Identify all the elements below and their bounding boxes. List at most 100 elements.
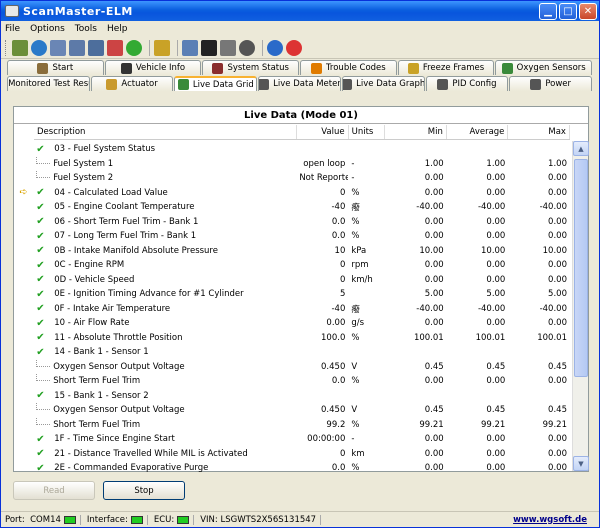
checkmark-icon[interactable]: ✔ bbox=[36, 260, 50, 271]
cell-value: 99.2 bbox=[326, 419, 346, 430]
table-row[interactable]: ➪ ✔ 04 - Calculated Load Value 0% 0.00 0.00 0.… bbox=[14, 186, 570, 201]
checkmark-icon[interactable]: ✔ bbox=[36, 332, 50, 343]
checkmark-icon[interactable]: ✔ bbox=[36, 303, 50, 314]
website-link[interactable]: www.wgsoft.de bbox=[513, 515, 587, 525]
tab-live-data-meter[interactable]: Live Data Meter bbox=[258, 76, 341, 91]
exit-icon[interactable] bbox=[286, 39, 302, 56]
scroll-down-button[interactable]: ▼ bbox=[573, 456, 589, 471]
checkmark-icon[interactable]: ✔ bbox=[36, 274, 50, 285]
toolbar-separator bbox=[149, 39, 150, 56]
table-row[interactable]: ✔ 15 - Bank 1 - Sensor 2 bbox=[14, 389, 570, 404]
comment-icon[interactable] bbox=[182, 39, 198, 56]
menu-tools[interactable]: Tools bbox=[75, 24, 97, 34]
table-row[interactable]: ✔ 03 - Fuel System Status bbox=[14, 142, 570, 157]
table-row[interactable]: ✔ 05 - Engine Coolant Temperature -40 癈 -40.… bbox=[14, 200, 570, 215]
tab-pid-config[interactable]: PID Config bbox=[425, 76, 509, 91]
table-row[interactable]: ✔ 0B - Intake Manifold Absolute Pressure 1… bbox=[14, 244, 570, 259]
table-icon[interactable] bbox=[88, 39, 104, 56]
tab-start[interactable]: Start bbox=[7, 60, 104, 75]
tab-live-data-grid[interactable]: Live Data Grid bbox=[174, 76, 258, 91]
minimize-button[interactable]: ▁ bbox=[539, 2, 557, 20]
row-marker bbox=[14, 200, 33, 214]
table-row[interactable]: ✔ 07 - Long Term Fuel Trim - Bank 1 0.0% 0.… bbox=[14, 229, 570, 244]
tab-freeze-frames[interactable]: Freeze Frames bbox=[397, 60, 495, 75]
checkmark-icon[interactable]: ✔ bbox=[36, 448, 50, 459]
menu-file[interactable]: File bbox=[5, 24, 20, 34]
table-row[interactable]: Fuel System 1 open loop - 1.00 1.00 1.00 bbox=[14, 156, 570, 172]
document-icon[interactable] bbox=[50, 39, 66, 56]
grid-icon[interactable] bbox=[69, 39, 85, 56]
row-description: Short Term Fuel Trim bbox=[53, 376, 141, 387]
checkmark-icon[interactable]: ✔ bbox=[36, 144, 50, 155]
table-row[interactable]: Short Term Fuel Trim 0.0% 0.00 0.00 0.00 bbox=[14, 374, 570, 389]
checkmark-icon[interactable]: ✔ bbox=[36, 187, 50, 198]
col-min[interactable]: Min bbox=[385, 125, 447, 139]
checkmark-icon[interactable]: ✔ bbox=[36, 231, 50, 242]
table-row[interactable]: ✔ 11 - Absolute Throttle Position 100.0% 10… bbox=[14, 331, 570, 346]
table-row[interactable]: ✔ 21 - Distance Travelled While MIL is Ac… bbox=[14, 447, 570, 462]
about-icon[interactable] bbox=[267, 39, 283, 56]
tab-system-status[interactable]: System Status bbox=[202, 60, 300, 75]
checkmark-icon[interactable]: ✔ bbox=[36, 318, 50, 329]
cell-value: 0.450 bbox=[321, 361, 346, 372]
read-button[interactable]: Read bbox=[13, 481, 95, 500]
table-row[interactable]: Short Term Fuel Trim 99.2% 99.21 99.21 99.21 bbox=[14, 417, 570, 433]
table-row[interactable]: ✔ 0F - Intake Air Temperature -40 癈 -40.00 -4… bbox=[14, 302, 570, 317]
cell-max: 0.00 bbox=[548, 376, 567, 387]
printer-icon[interactable] bbox=[220, 39, 236, 56]
col-description[interactable]: Description bbox=[34, 125, 297, 139]
tab-label: Start bbox=[52, 63, 74, 73]
menu-options[interactable]: Options bbox=[30, 24, 65, 34]
checkmark-icon[interactable]: ✔ bbox=[36, 434, 50, 445]
table-row[interactable]: ✔ 0C - Engine RPM 0 rpm 0.00 0.00 0.00 bbox=[14, 258, 570, 273]
menu-help[interactable]: Help bbox=[107, 24, 128, 34]
stop-button[interactable]: Stop bbox=[103, 481, 185, 500]
clipboard-icon[interactable] bbox=[154, 39, 170, 56]
col-average[interactable]: Average bbox=[447, 125, 509, 139]
chart-icon[interactable] bbox=[107, 39, 123, 56]
tab-trouble-codes[interactable]: Trouble Codes bbox=[300, 60, 397, 75]
col-max[interactable]: Max bbox=[508, 125, 570, 139]
row-marker bbox=[14, 273, 33, 287]
table-row[interactable]: ✔ 06 - Short Term Fuel Trim - Bank 1 0.0% 0… bbox=[14, 215, 570, 230]
checkmark-icon[interactable]: ✔ bbox=[36, 289, 50, 300]
table-row[interactable]: Oxygen Sensor Output Voltage 0.450 V 0.45 0.… bbox=[14, 403, 570, 418]
table-row[interactable]: ✔ 10 - Air Flow Rate 0.00 g/s 0.00 0.00 0.00 bbox=[14, 316, 570, 331]
connect-icon[interactable] bbox=[12, 39, 28, 56]
col-value[interactable]: Value bbox=[297, 125, 349, 139]
vertical-scrollbar[interactable]: ▲ ▼ bbox=[572, 141, 589, 471]
scroll-thumb[interactable] bbox=[574, 159, 588, 377]
tab-actuator[interactable]: Actuator bbox=[90, 76, 174, 91]
tab-monitored-test-results[interactable]: Monitored Test Results bbox=[7, 76, 90, 91]
close-button[interactable]: ✕ bbox=[579, 2, 597, 20]
col-units[interactable]: Units bbox=[349, 125, 386, 139]
tab-power[interactable]: Power bbox=[509, 76, 593, 91]
table-row[interactable]: ✔ 0E - Ignition Timing Advance for #1 Cyl… bbox=[14, 287, 570, 302]
checkmark-icon[interactable]: ✔ bbox=[36, 202, 50, 213]
globe-icon[interactable] bbox=[31, 39, 47, 56]
row-marker bbox=[14, 389, 33, 403]
maximize-button[interactable]: □ bbox=[559, 2, 577, 20]
dollar-icon[interactable] bbox=[126, 39, 142, 56]
table-row[interactable]: ✔ 2E - Commanded Evaporative Purge 0.0% 0.0… bbox=[14, 461, 570, 472]
tab-oxygen-sensors[interactable]: Oxygen Sensors bbox=[495, 60, 593, 75]
checkmark-icon[interactable]: ✔ bbox=[36, 463, 50, 472]
checkmark-icon[interactable]: ✔ bbox=[36, 347, 50, 358]
checkmark-icon[interactable]: ✔ bbox=[36, 390, 50, 401]
checkmark-icon[interactable]: ✔ bbox=[36, 245, 50, 256]
tab-live-data-graph[interactable]: Live Data Graph bbox=[341, 76, 425, 91]
table-row[interactable]: Oxygen Sensor Output Voltage 0.450 V 0.45 0.… bbox=[14, 359, 570, 375]
panel-title: Live Data (Mode 01) bbox=[14, 107, 588, 124]
scroll-up-button[interactable]: ▲ bbox=[573, 141, 589, 156]
checkmark-icon[interactable]: ✔ bbox=[36, 216, 50, 227]
terminal-icon[interactable] bbox=[201, 39, 217, 56]
cell-max: 0.00 bbox=[548, 231, 567, 242]
toolbar-grip[interactable] bbox=[5, 39, 8, 56]
table-row[interactable]: Fuel System 2 Not Reported- 0.00 0.00 0.00 bbox=[14, 171, 570, 186]
table-row[interactable]: ✔ 14 - Bank 1 - Sensor 1 bbox=[14, 345, 570, 360]
interface-status: Interface: bbox=[87, 514, 148, 525]
table-row[interactable]: ✔ 1F - Time Since Engine Start 00:00:00- 0.… bbox=[14, 432, 570, 447]
settings-icon[interactable] bbox=[239, 39, 255, 56]
table-row[interactable]: ✔ 0D - Vehicle Speed 0 km/h 0.00 0.00 0.00 bbox=[14, 273, 570, 288]
tab-vehicle-info[interactable]: Vehicle Info bbox=[104, 60, 202, 75]
